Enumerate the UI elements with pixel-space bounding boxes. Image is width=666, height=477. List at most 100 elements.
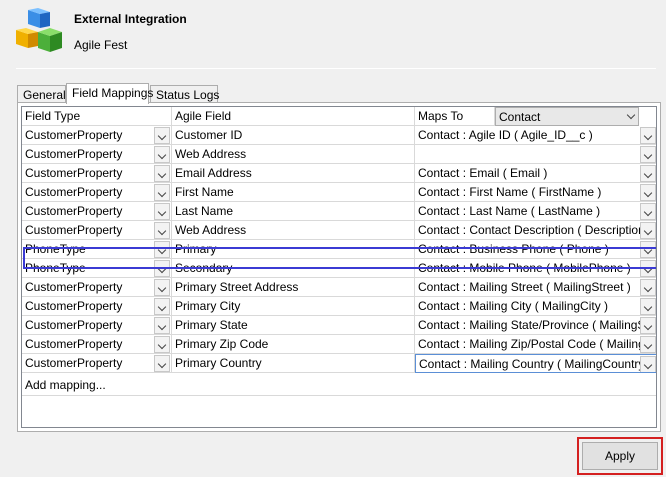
chevron-down-icon[interactable] xyxy=(640,356,656,372)
mapping-row[interactable]: CustomerProperty Primary Street Address Co… xyxy=(22,278,656,297)
tab-status-logs[interactable]: Status Logs xyxy=(150,85,219,103)
mapping-row[interactable]: CustomerProperty Web Address xyxy=(22,145,656,164)
field-type-cell[interactable]: CustomerProperty xyxy=(22,316,172,335)
chevron-down-icon[interactable] xyxy=(640,336,656,353)
maps-to-cell[interactable]: Contact : Mailing Street ( MailingStreet… xyxy=(415,278,656,297)
field-type-cell[interactable]: CustomerProperty xyxy=(22,354,172,373)
agile-field-cell[interactable]: Web Address xyxy=(172,221,415,240)
grid-header-row: Field Type Agile Field Maps To Contact xyxy=(22,107,656,126)
maps-to-cell[interactable]: Contact : Last Name ( LastName ) xyxy=(415,202,656,221)
field-type-cell[interactable]: CustomerProperty xyxy=(22,221,172,240)
chevron-down-icon[interactable] xyxy=(640,222,656,239)
agile-field-cell[interactable]: Primary Zip Code xyxy=(172,335,415,354)
agile-field-value: Primary Street Address xyxy=(175,280,299,294)
app-title: External Integration xyxy=(74,12,187,26)
maps-to-cell[interactable]: Contact : Contact Description ( Descript… xyxy=(415,221,656,240)
agile-field-cell[interactable]: Primary City xyxy=(172,297,415,316)
mapping-row[interactable]: CustomerProperty Customer ID Contact : Agi… xyxy=(22,126,656,145)
field-type-cell[interactable]: CustomerProperty xyxy=(22,335,172,354)
chevron-down-icon[interactable] xyxy=(640,317,656,334)
mapping-row[interactable]: CustomerProperty Primary City Contact : Ma… xyxy=(22,297,656,316)
mapping-row[interactable]: CustomerProperty Primary State Contact : M… xyxy=(22,316,656,335)
field-type-cell[interactable]: CustomerProperty xyxy=(22,145,172,164)
chevron-down-icon[interactable] xyxy=(154,317,170,334)
agile-field-cell[interactable]: Last Name xyxy=(172,202,415,221)
field-type-cell[interactable]: CustomerProperty xyxy=(22,126,172,145)
chevron-down-icon[interactable] xyxy=(154,222,170,239)
maps-to-cell[interactable]: Contact : Mailing City ( MailingCity ) xyxy=(415,297,656,316)
maps-to-value: Contact : Mailing Country ( MailingCount… xyxy=(419,357,652,371)
column-header-field-type: Field Type xyxy=(22,107,172,126)
mapping-row[interactable]: PhoneType Secondary Contact : Mobile Phone… xyxy=(22,259,656,278)
agile-field-value: Primary City xyxy=(175,299,241,313)
chevron-down-icon[interactable] xyxy=(154,203,170,220)
maps-to-cell[interactable]: Contact : Mobile Phone ( MobilePhone ) xyxy=(415,259,656,278)
agile-field-cell[interactable]: Secondary xyxy=(172,259,415,278)
field-type-cell[interactable]: CustomerProperty xyxy=(22,202,172,221)
agile-field-cell[interactable]: Primary Street Address xyxy=(172,278,415,297)
agile-field-cell[interactable]: Customer ID xyxy=(172,126,415,145)
chevron-down-icon[interactable] xyxy=(640,279,656,296)
maps-to-cell[interactable]: Contact : Mailing State/Province ( Maili… xyxy=(415,316,656,335)
chevron-down-icon[interactable] xyxy=(154,260,170,277)
field-type-cell[interactable]: CustomerProperty xyxy=(22,164,172,183)
chevron-down-icon[interactable] xyxy=(640,241,656,258)
agile-field-cell[interactable]: Primary Country xyxy=(172,354,415,373)
maps-to-value: Contact : Business Phone ( Phone ) xyxy=(418,242,609,256)
mapping-row[interactable]: CustomerProperty Web Address Contact : Con… xyxy=(22,221,656,240)
header: External Integration Agile Fest xyxy=(0,0,666,70)
maps-to-cell[interactable]: Contact : Business Phone ( Phone ) xyxy=(415,240,656,259)
field-type-cell[interactable]: CustomerProperty xyxy=(22,297,172,316)
agile-field-cell[interactable]: Primary xyxy=(172,240,415,259)
tab-field-mappings[interactable]: Field Mappings xyxy=(66,83,153,104)
chevron-down-icon[interactable] xyxy=(640,184,656,201)
chevron-down-icon[interactable] xyxy=(640,127,656,144)
maps-to-value: Contact : Mailing City ( MailingCity ) xyxy=(418,299,609,313)
chevron-down-icon[interactable] xyxy=(640,203,656,220)
header-divider xyxy=(16,68,656,69)
mapping-row[interactable]: CustomerProperty Last Name Contact : Last … xyxy=(22,202,656,221)
mapping-row[interactable]: CustomerProperty Primary Zip Code Contact … xyxy=(22,335,656,354)
agile-field-cell[interactable]: Email Address xyxy=(172,164,415,183)
chevron-down-icon xyxy=(626,110,636,120)
maps-to-entity-select[interactable]: Contact xyxy=(495,107,639,126)
tab-general[interactable]: General xyxy=(17,85,66,103)
chevron-down-icon[interactable] xyxy=(154,279,170,296)
chevron-down-icon[interactable] xyxy=(154,184,170,201)
maps-to-cell[interactable]: Contact : First Name ( FirstName ) xyxy=(415,183,656,202)
chevron-down-icon[interactable] xyxy=(154,146,170,163)
mappings-grid: Field Type Agile Field Maps To Contact C… xyxy=(21,106,657,428)
field-type-cell[interactable]: PhoneType xyxy=(22,259,172,278)
chevron-down-icon[interactable] xyxy=(154,355,170,372)
chevron-down-icon[interactable] xyxy=(154,127,170,144)
agile-field-cell[interactable]: First Name xyxy=(172,183,415,202)
chevron-down-icon[interactable] xyxy=(640,260,656,277)
maps-to-cell[interactable]: Contact : Agile ID ( Agile_ID__c ) xyxy=(415,126,656,145)
chevron-down-icon[interactable] xyxy=(640,146,656,163)
chevron-down-icon[interactable] xyxy=(154,165,170,182)
agile-field-value: Last Name xyxy=(175,204,234,218)
maps-to-cell[interactable]: Contact : Email ( Email ) xyxy=(415,164,656,183)
field-type-cell[interactable]: CustomerProperty xyxy=(22,278,172,297)
mapping-row[interactable]: CustomerProperty Email Address Contact : E… xyxy=(22,164,656,183)
chevron-down-icon[interactable] xyxy=(154,241,170,258)
chevron-down-icon[interactable] xyxy=(640,298,656,315)
field-type-cell[interactable]: PhoneType xyxy=(22,240,172,259)
agile-field-cell[interactable]: Primary State xyxy=(172,316,415,335)
field-mappings-panel: Field Type Agile Field Maps To Contact C… xyxy=(17,102,661,432)
field-type-cell[interactable]: CustomerProperty xyxy=(22,183,172,202)
chevron-down-icon[interactable] xyxy=(154,336,170,353)
mapping-row[interactable]: CustomerProperty First Name Contact : Firs… xyxy=(22,183,656,202)
apply-button[interactable]: Apply xyxy=(582,442,658,470)
chevron-down-icon[interactable] xyxy=(154,298,170,315)
maps-to-cell[interactable]: Contact : Mailing Zip/Postal Code ( Mail… xyxy=(415,335,656,354)
agile-field-value: Secondary xyxy=(175,261,233,275)
agile-field-cell[interactable]: Web Address xyxy=(172,145,415,164)
mapping-row[interactable]: CustomerProperty Primary Country Contact :… xyxy=(22,354,656,373)
chevron-down-icon[interactable] xyxy=(640,165,656,182)
apply-highlight: Apply xyxy=(577,437,663,475)
mapping-row[interactable]: PhoneType Primary Contact : Business Phone… xyxy=(22,240,656,259)
maps-to-cell[interactable]: Contact : Mailing Country ( MailingCount… xyxy=(415,354,656,373)
add-mapping-link[interactable]: Add mapping... xyxy=(25,378,106,392)
maps-to-cell[interactable] xyxy=(415,145,656,164)
